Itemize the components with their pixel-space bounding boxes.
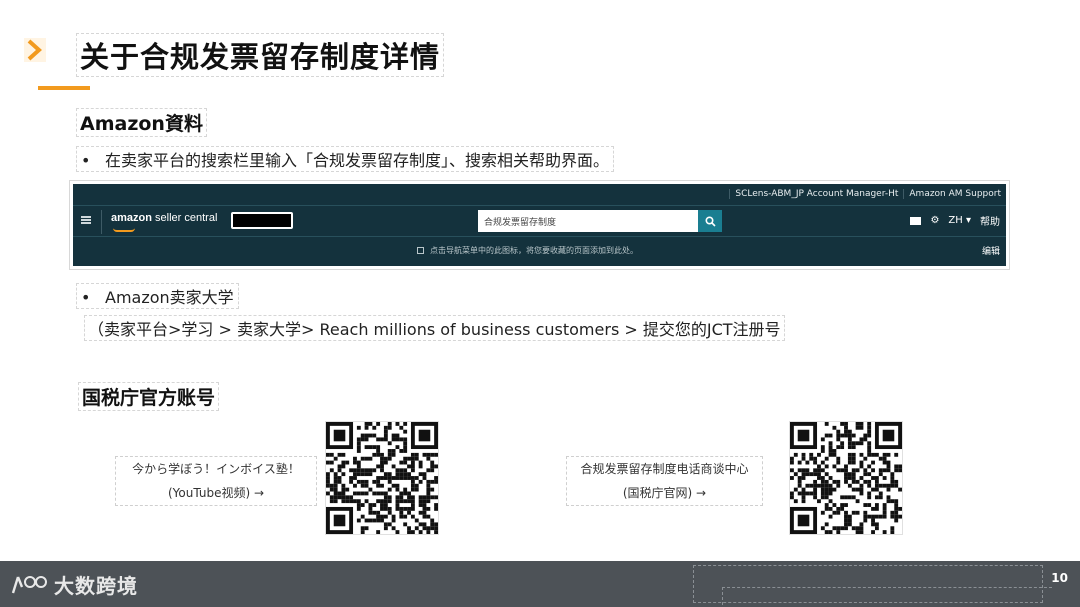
amazon-section-heading: Amazon資料 bbox=[76, 108, 207, 137]
seller-central-screenshot: SCLens-ABM_JP Account Manager-Ht Amazon … bbox=[69, 180, 1010, 270]
header-actions: ⚙ ZH ▾ 帮助 bbox=[910, 213, 1000, 228]
nta-website-qr-label: 合规发票留存制度电话商谈中心 (国税庁官网) → bbox=[566, 456, 763, 506]
bookmark-hint: 点击导航菜单中的此图标，将您要收藏的页面添加到此处。 bbox=[417, 245, 638, 256]
footer-brand-name: 大数跨境 bbox=[54, 574, 138, 598]
nta-section-heading: 国税庁官方账号 bbox=[78, 382, 220, 411]
bullet-seller-university: • Amazon卖家大学 bbox=[76, 283, 239, 309]
seller-central-header: SCLens-ABM_JP Account Manager-Ht Amazon … bbox=[73, 184, 1006, 266]
language-selector[interactable]: ZH ▾ bbox=[948, 215, 971, 226]
account-link[interactable]: SCLens-ABM_JP Account Manager-Ht bbox=[729, 189, 903, 199]
bullet-text: Amazon卖家大学 bbox=[105, 288, 234, 307]
footer-bar: 大数跨境 10 bbox=[0, 561, 1080, 607]
brand-logo-icon bbox=[11, 575, 47, 593]
help-link[interactable]: 帮助 bbox=[980, 213, 1000, 228]
bullet-text: 在卖家平台的搜索栏里输入「合规发票留存制度」、搜索相关帮助界面。 bbox=[105, 151, 610, 170]
support-link[interactable]: Amazon AM Support bbox=[903, 189, 1006, 199]
bullet-marker: • bbox=[81, 288, 91, 307]
seller-central-logo[interactable]: amazon seller central bbox=[111, 212, 217, 224]
qr-label-line2: (YouTube视频) → bbox=[167, 486, 265, 500]
qr-label-line1: 今から学ぼう！インボイス塾！ bbox=[132, 462, 300, 476]
mail-icon[interactable] bbox=[910, 216, 922, 225]
qr-label-line2: (国税庁官网) → bbox=[622, 486, 707, 500]
youtube-qr-code[interactable] bbox=[325, 421, 439, 535]
amazon-smile-icon bbox=[113, 228, 135, 232]
top-links: SCLens-ABM_JP Account Manager-Ht Amazon … bbox=[729, 184, 1006, 204]
main-bar: amazon seller central 合规发票留存制度 ⚙ ZH ▾ 帮助 bbox=[73, 205, 1006, 235]
footer-decoration bbox=[722, 587, 1052, 605]
bookmark-icon bbox=[417, 247, 424, 254]
title-underline bbox=[38, 86, 90, 90]
bullet-search-instruction: • 在卖家平台的搜索栏里输入「合规发票留存制度」、搜索相关帮助界面。 bbox=[76, 146, 615, 172]
footer-logo: 大数跨境 bbox=[10, 570, 138, 599]
redacted-block bbox=[231, 212, 293, 229]
bookmark-bar: 点击导航菜单中的此图标，将您要收藏的页面添加到此处。 编辑 bbox=[73, 236, 1006, 262]
hamburger-menu-icon[interactable] bbox=[81, 216, 91, 224]
search-input[interactable]: 合规发票留存制度 bbox=[478, 210, 698, 232]
search-icon bbox=[704, 215, 716, 227]
nta-website-qr-code[interactable] bbox=[789, 421, 903, 535]
gear-icon[interactable]: ⚙ bbox=[930, 215, 939, 226]
edit-link[interactable]: 编辑 bbox=[982, 244, 1000, 257]
chevron-right-icon bbox=[24, 38, 46, 62]
qr-label-line1: 合规发票留存制度电话商谈中心 bbox=[580, 462, 749, 476]
bullet-marker: • bbox=[81, 151, 91, 170]
page-number: 10 bbox=[1051, 571, 1068, 585]
youtube-qr-label: 今から学ぼう！インボイス塾！ (YouTube视频) → bbox=[115, 456, 317, 506]
page-title: 关于合规发票留存制度详情 bbox=[76, 33, 445, 77]
divider bbox=[101, 210, 102, 234]
navigation-path: （卖家平台>学习 > 卖家大学> Reach millions of busin… bbox=[84, 315, 785, 341]
search-button[interactable] bbox=[698, 210, 722, 232]
